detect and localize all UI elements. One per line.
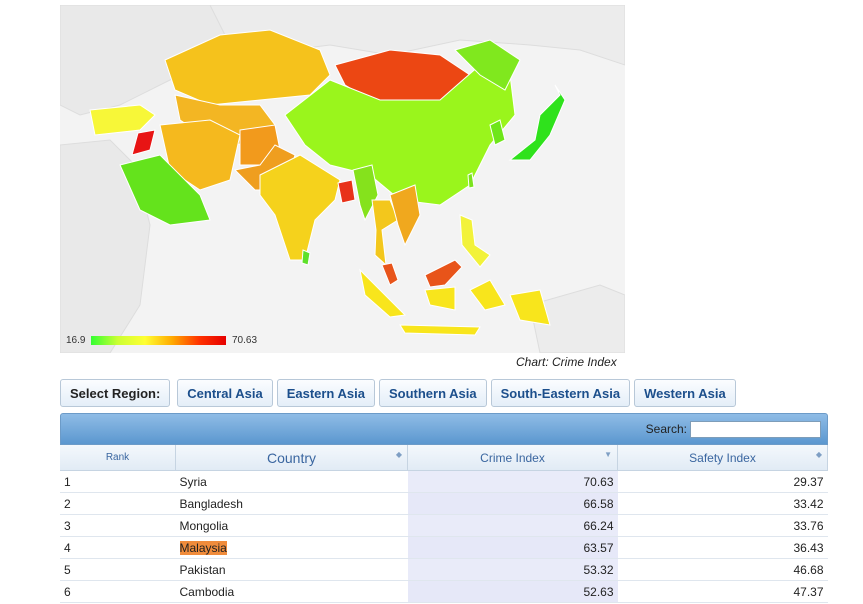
chart-caption: Chart: Crime Index <box>516 355 617 369</box>
table-row: 2 Bangladesh 66.58 33.42 <box>60 492 828 515</box>
column-header-safety-index[interactable]: Safety Index ◆ <box>617 445 828 471</box>
crime-table: Rank Country ◆ Crime Index ▼ Safety Index ◆… <box>60 445 828 603</box>
country-cell: Syria <box>175 470 408 493</box>
rank-cell: 2 <box>60 492 176 515</box>
safety-index-cell: 29.37 <box>617 470 828 493</box>
rank-cell: 4 <box>60 536 176 559</box>
safety-index-cell: 33.42 <box>617 492 828 515</box>
crime-index-cell: 66.24 <box>407 514 618 537</box>
column-header-country[interactable]: Country ◆ <box>175 445 408 471</box>
sort-desc-icon: ▼ <box>604 450 612 459</box>
column-header-rank[interactable]: Rank <box>60 445 176 471</box>
country-cell: Malaysia <box>175 536 408 559</box>
highlighted-country: Malaysia <box>179 540 227 555</box>
rank-cell: 5 <box>60 558 176 581</box>
region-button-eastern-asia[interactable]: Eastern Asia <box>276 379 375 407</box>
region-button-central-asia[interactable]: Central Asia <box>177 379 273 407</box>
map-legend: 16.9 70.63 <box>66 334 316 348</box>
rank-cell: 6 <box>60 580 176 603</box>
crime-index-cell: 70.63 <box>407 470 618 493</box>
crime-index-cell: 53.32 <box>407 558 618 581</box>
rank-cell: 3 <box>60 514 176 537</box>
safety-index-cell: 36.43 <box>617 536 828 559</box>
country-cell: Bangladesh <box>175 492 408 515</box>
safety-index-cell: 47.37 <box>617 580 828 603</box>
table-row: 3 Mongolia 66.24 33.76 <box>60 514 828 537</box>
table-row: 4 Malaysia 63.57 36.43 <box>60 536 828 559</box>
country-cell: Mongolia <box>175 514 408 537</box>
region-selector-label: Select Region: <box>60 379 171 407</box>
table-row: 5 Pakistan 53.32 46.68 <box>60 558 828 581</box>
region-selector: Select Region: Central Asia Eastern Asia… <box>60 379 736 409</box>
crime-index-cell: 66.58 <box>407 492 618 515</box>
legend-min-label: 16.9 <box>66 335 86 346</box>
table-row: 1 Syria 70.63 29.37 <box>60 470 828 493</box>
country-cell: Pakistan <box>175 558 408 581</box>
crime-table-container: Search: Rank Country ◆ Crime Index ▼ Safet… <box>60 413 828 603</box>
crime-index-cell: 63.57 <box>407 536 618 559</box>
region-button-south-eastern-asia[interactable]: South-Eastern Asia <box>490 379 631 407</box>
region-button-southern-asia[interactable]: Southern Asia <box>378 379 487 407</box>
legend-color-scale <box>91 336 226 345</box>
region-sri-lanka <box>301 249 311 266</box>
asia-map[interactable] <box>60 5 625 353</box>
search-label: Search: <box>645 422 687 436</box>
table-toolbar: Search: <box>60 413 828 445</box>
sort-icon: ◆ <box>395 450 402 459</box>
country-cell: Cambodia <box>175 580 408 603</box>
safety-index-cell: 46.68 <box>617 558 828 581</box>
legend-max-label: 70.63 <box>232 335 258 346</box>
crime-index-cell: 52.63 <box>407 580 618 603</box>
crime-index-map: 16.9 70.63 <box>60 5 625 353</box>
search-input[interactable] <box>690 421 821 438</box>
safety-index-cell: 33.76 <box>617 514 828 537</box>
region-button-western-asia[interactable]: Western Asia <box>634 379 736 407</box>
rank-cell: 1 <box>60 470 176 493</box>
table-row: 6 Cambodia 52.63 47.37 <box>60 580 828 603</box>
sort-icon: ◆ <box>815 450 822 459</box>
column-header-crime-index[interactable]: Crime Index ▼ <box>407 445 618 471</box>
